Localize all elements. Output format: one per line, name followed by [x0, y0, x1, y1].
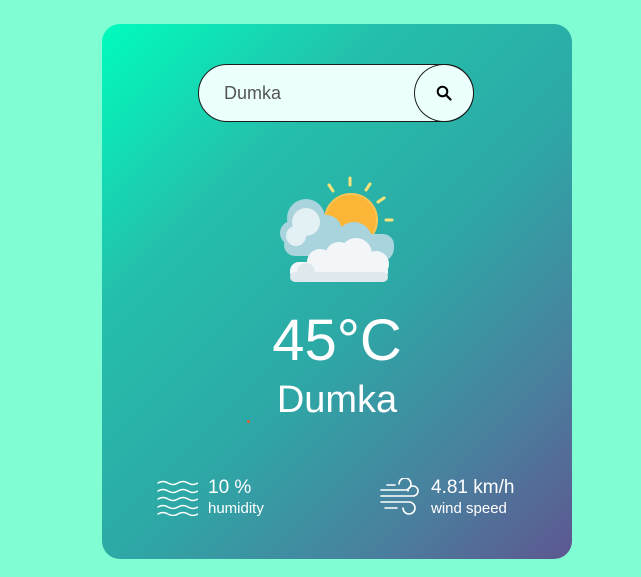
humidity-waves-icon: [157, 480, 198, 516]
search-icon: [436, 85, 452, 101]
humidity-value: 10 %: [208, 477, 252, 498]
humidity-text: 10 % humidity: [208, 477, 264, 518]
weather-card: 45°C Dumka 10 % humidity: [102, 24, 572, 559]
temperature: 45°C: [272, 308, 402, 373]
search-bar: [198, 64, 474, 122]
humidity-stat: 10 % humidity: [156, 477, 264, 519]
wind-stat: 4.81 km/h wind speed: [379, 477, 514, 519]
wind-icon: [380, 478, 419, 515]
humidity-label: humidity: [208, 500, 264, 517]
city-name: Dumka: [276, 379, 398, 421]
wind-value: 4.81 km/h: [431, 477, 515, 498]
partly-cloudy-sun-icon: [280, 176, 394, 282]
search-button[interactable]: [414, 64, 474, 122]
wind-label: wind speed: [431, 500, 507, 517]
decorative-dot: [247, 420, 250, 423]
wind-text: 4.81 km/h wind speed: [431, 477, 514, 518]
